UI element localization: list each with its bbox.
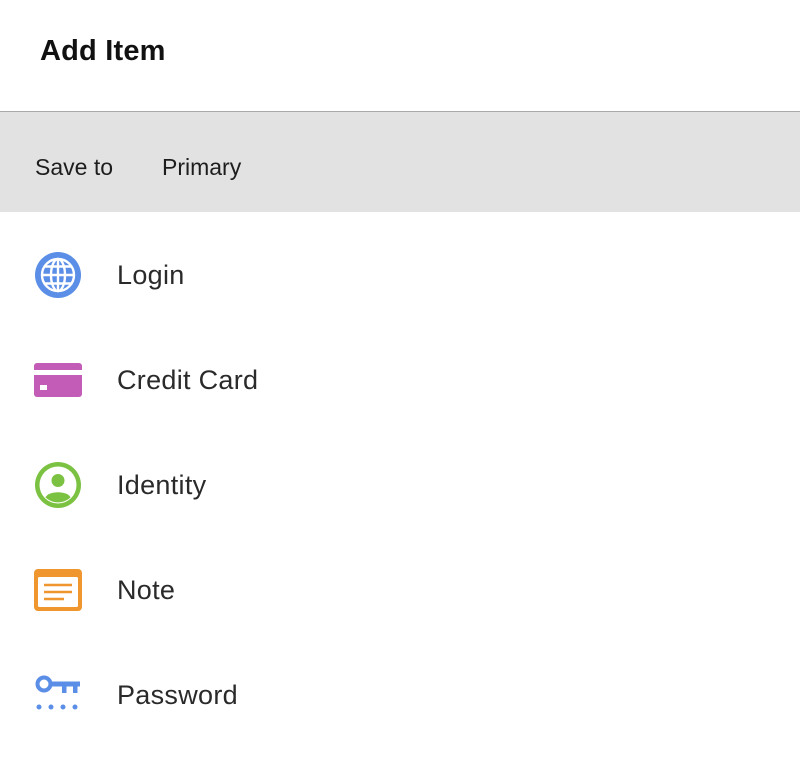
note-icon	[34, 566, 82, 614]
credit-card-icon	[34, 356, 82, 404]
save-to-selector[interactable]: Save to Primary	[0, 112, 800, 212]
item-type-label: Note	[117, 575, 176, 605]
item-type-label: Login	[117, 260, 185, 290]
identity-icon	[34, 461, 82, 509]
key-icon	[34, 671, 82, 719]
item-type-label: Credit Card	[117, 365, 259, 395]
save-to-value: Primary	[162, 154, 242, 180]
item-type-note[interactable]: Note	[0, 527, 800, 632]
item-type-identity[interactable]: Identity	[0, 422, 800, 527]
item-type-credit-card[interactable]: Credit Card	[0, 317, 800, 422]
save-to-label: Save to	[35, 154, 113, 180]
app-header: Add Item	[0, 0, 800, 112]
item-type-label: Password	[117, 680, 238, 710]
item-type-label: Identity	[117, 470, 207, 500]
item-type-password[interactable]: Password	[0, 632, 800, 737]
item-type-list: Login Credit Card Identity Note Password	[0, 212, 800, 737]
item-type-login[interactable]: Login	[0, 212, 800, 317]
page-title: Add Item	[40, 35, 166, 67]
globe-icon	[34, 251, 82, 299]
